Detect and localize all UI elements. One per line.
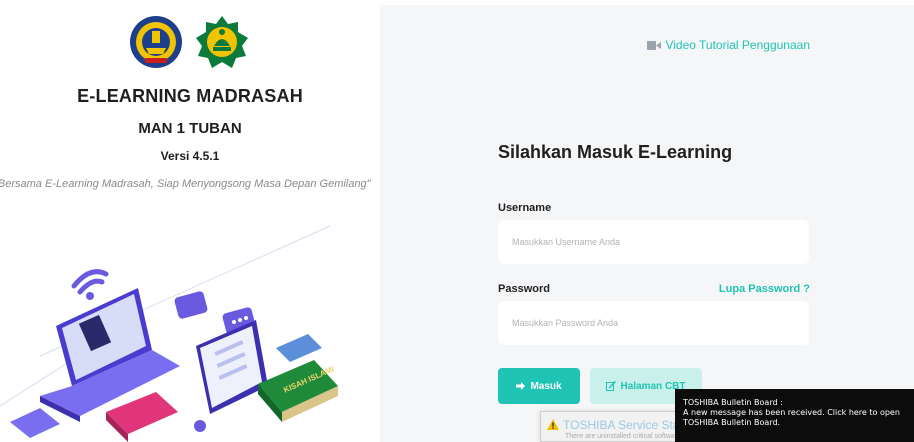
password-input[interactable] bbox=[498, 301, 809, 345]
school-name: MAN 1 TUBAN bbox=[138, 120, 242, 137]
login-button[interactable]: Masuk bbox=[498, 368, 580, 404]
bulletin-message-cont: TOSHIBA Bulletin Board. bbox=[683, 418, 781, 427]
sign-in-icon bbox=[516, 382, 526, 390]
video-tutorial-label: Video Tutorial Penggunaan bbox=[665, 38, 810, 52]
password-label: Password bbox=[498, 283, 550, 295]
login-title: Silahkan Masuk E-Learning bbox=[498, 142, 733, 162]
bulletin-board-notification[interactable]: TOSHIBA Bulletin Board : A new message h… bbox=[675, 389, 914, 442]
username-label: Username bbox=[498, 202, 552, 214]
video-tutorial-link[interactable]: Video Tutorial Penggunaan bbox=[647, 38, 810, 52]
e-learning-illustration: KISAH ISLAMI bbox=[0, 225, 338, 442]
phone-icon bbox=[276, 334, 322, 362]
video-camera-icon bbox=[647, 40, 662, 50]
forgot-password-link[interactable]: Lupa Password ? bbox=[719, 283, 810, 295]
edit-icon bbox=[606, 381, 617, 391]
slogan: "Bersama E-Learning Madrasah, Siap Menyo… bbox=[0, 178, 371, 190]
username-input[interactable] bbox=[498, 220, 809, 264]
warning-icon bbox=[547, 419, 559, 430]
school-emblem-icon bbox=[130, 16, 182, 68]
bulletin-title: TOSHIBA Bulletin Board : bbox=[683, 398, 783, 407]
tablet-icon bbox=[196, 320, 268, 414]
app-title: E-LEARNING MADRASAH bbox=[77, 86, 303, 106]
login-button-label: Masuk bbox=[530, 380, 562, 392]
logo-group bbox=[128, 14, 250, 70]
bulletin-message: A new message has been received. Click h… bbox=[683, 408, 900, 417]
kemenag-emblem-icon bbox=[196, 16, 248, 68]
book-stack-icon: KISAH ISLAMI bbox=[258, 360, 338, 422]
branding-panel: E-LEARNING MADRASAH MAN 1 TUBAN Versi 4.… bbox=[0, 0, 380, 442]
version-label: Versi 4.5.1 bbox=[160, 149, 220, 163]
wifi-icon bbox=[71, 269, 109, 300]
login-panel: Video Tutorial Penggunaan Silahkan Masuk… bbox=[380, 5, 914, 442]
